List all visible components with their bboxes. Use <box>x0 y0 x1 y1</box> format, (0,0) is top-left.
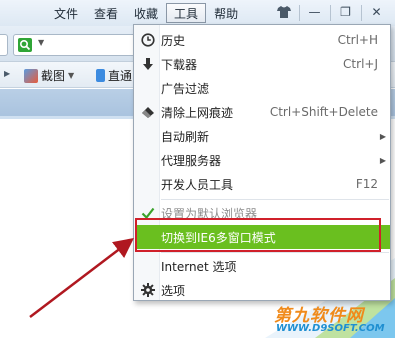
divider <box>361 5 362 21</box>
menu-file[interactable]: 文件 <box>46 3 86 23</box>
site-watermark-logo: 第九软件网 WWW.D9SOFT.COM <box>268 301 395 338</box>
divider <box>330 5 331 21</box>
menu-item-label: 自动刷新 <box>161 129 210 144</box>
gear-icon <box>141 283 155 297</box>
menu-tools[interactable]: 工具 <box>166 3 207 23</box>
menu-bar: 文件 查看 收藏 工具 帮助 <box>46 3 246 23</box>
direct-button[interactable]: 直通 <box>96 67 132 84</box>
download-icon <box>141 57 155 71</box>
submenu-arrow-icon: ▶ <box>379 131 386 141</box>
menu-item-shortcut: Ctrl+J <box>343 57 378 71</box>
annotation-highlight-box <box>135 218 381 252</box>
menu-item-downloader[interactable]: 下载器 Ctrl+J <box>135 52 390 76</box>
close-button[interactable]: ✕ <box>361 2 392 22</box>
search-engine-icon[interactable] <box>18 38 32 52</box>
phone-icon <box>96 69 105 82</box>
menu-item-label: 历史 <box>161 33 186 48</box>
menu-item-label: Internet 选项 <box>161 259 237 274</box>
menu-item-label: 开发人员工具 <box>161 177 234 192</box>
menu-item-clear-traces[interactable]: 清除上网痕迹 Ctrl+Shift+Delete <box>135 100 390 124</box>
menu-separator <box>161 252 389 253</box>
menu-view[interactable]: 查看 <box>86 3 126 23</box>
watermark-url: WWW.D9SOFT.COM <box>276 323 385 334</box>
eraser-icon <box>141 105 155 119</box>
menu-item-auto-refresh[interactable]: 自动刷新 ▶ <box>135 124 390 148</box>
restore-button[interactable]: ❐ <box>330 2 361 22</box>
menu-item-shortcut: Ctrl+H <box>337 33 378 47</box>
menu-item-developer-tools[interactable]: 开发人员工具 F12 <box>135 172 390 196</box>
menu-item-shortcut: F12 <box>355 177 378 191</box>
history-icon <box>141 33 155 47</box>
menu-item-internet-options[interactable]: Internet 选项 <box>135 254 390 278</box>
menu-item-proxy-server[interactable]: 代理服务器 ▶ <box>135 148 390 172</box>
screenshot-label: 截图 <box>41 69 66 83</box>
menu-item-history[interactable]: 历史 Ctrl+H <box>135 28 390 52</box>
menu-separator <box>161 199 389 200</box>
menu-item-label: 下载器 <box>161 57 198 72</box>
tools-dropdown-menu: 历史 Ctrl+H 下载器 Ctrl+J 广告过滤 清除上网痕迹 Ctrl+Sh… <box>133 24 391 301</box>
menu-item-label: 代理服务器 <box>161 153 222 168</box>
chevron-down-icon[interactable]: ▼ <box>38 38 44 47</box>
chevron-right-icon[interactable]: ▶ <box>4 69 10 78</box>
screenshot-button[interactable]: 截图 ▼ <box>24 67 74 84</box>
menu-item-label: 选项 <box>161 283 186 298</box>
menu-item-shortcut: Ctrl+Shift+Delete <box>269 105 378 119</box>
menu-item-ad-filter[interactable]: 广告过滤 <box>135 76 390 100</box>
chevron-down-icon: ▼ <box>68 71 75 80</box>
minimize-button[interactable]: — <box>299 2 330 22</box>
submenu-arrow-icon: ▶ <box>379 155 386 165</box>
url-field-edge[interactable] <box>0 34 8 56</box>
menu-help[interactable]: 帮助 <box>206 3 246 23</box>
scissors-icon <box>24 68 38 83</box>
menu-favorites[interactable]: 收藏 <box>126 3 166 23</box>
divider <box>299 5 300 21</box>
search-input[interactable]: ▼ <box>13 34 138 56</box>
menu-item-label: 广告过滤 <box>161 81 210 96</box>
menu-item-label: 清除上网痕迹 <box>161 105 234 120</box>
skin-icon[interactable] <box>268 2 299 22</box>
direct-label: 直通 <box>108 69 133 83</box>
menu-item-options[interactable]: 选项 <box>135 278 390 302</box>
